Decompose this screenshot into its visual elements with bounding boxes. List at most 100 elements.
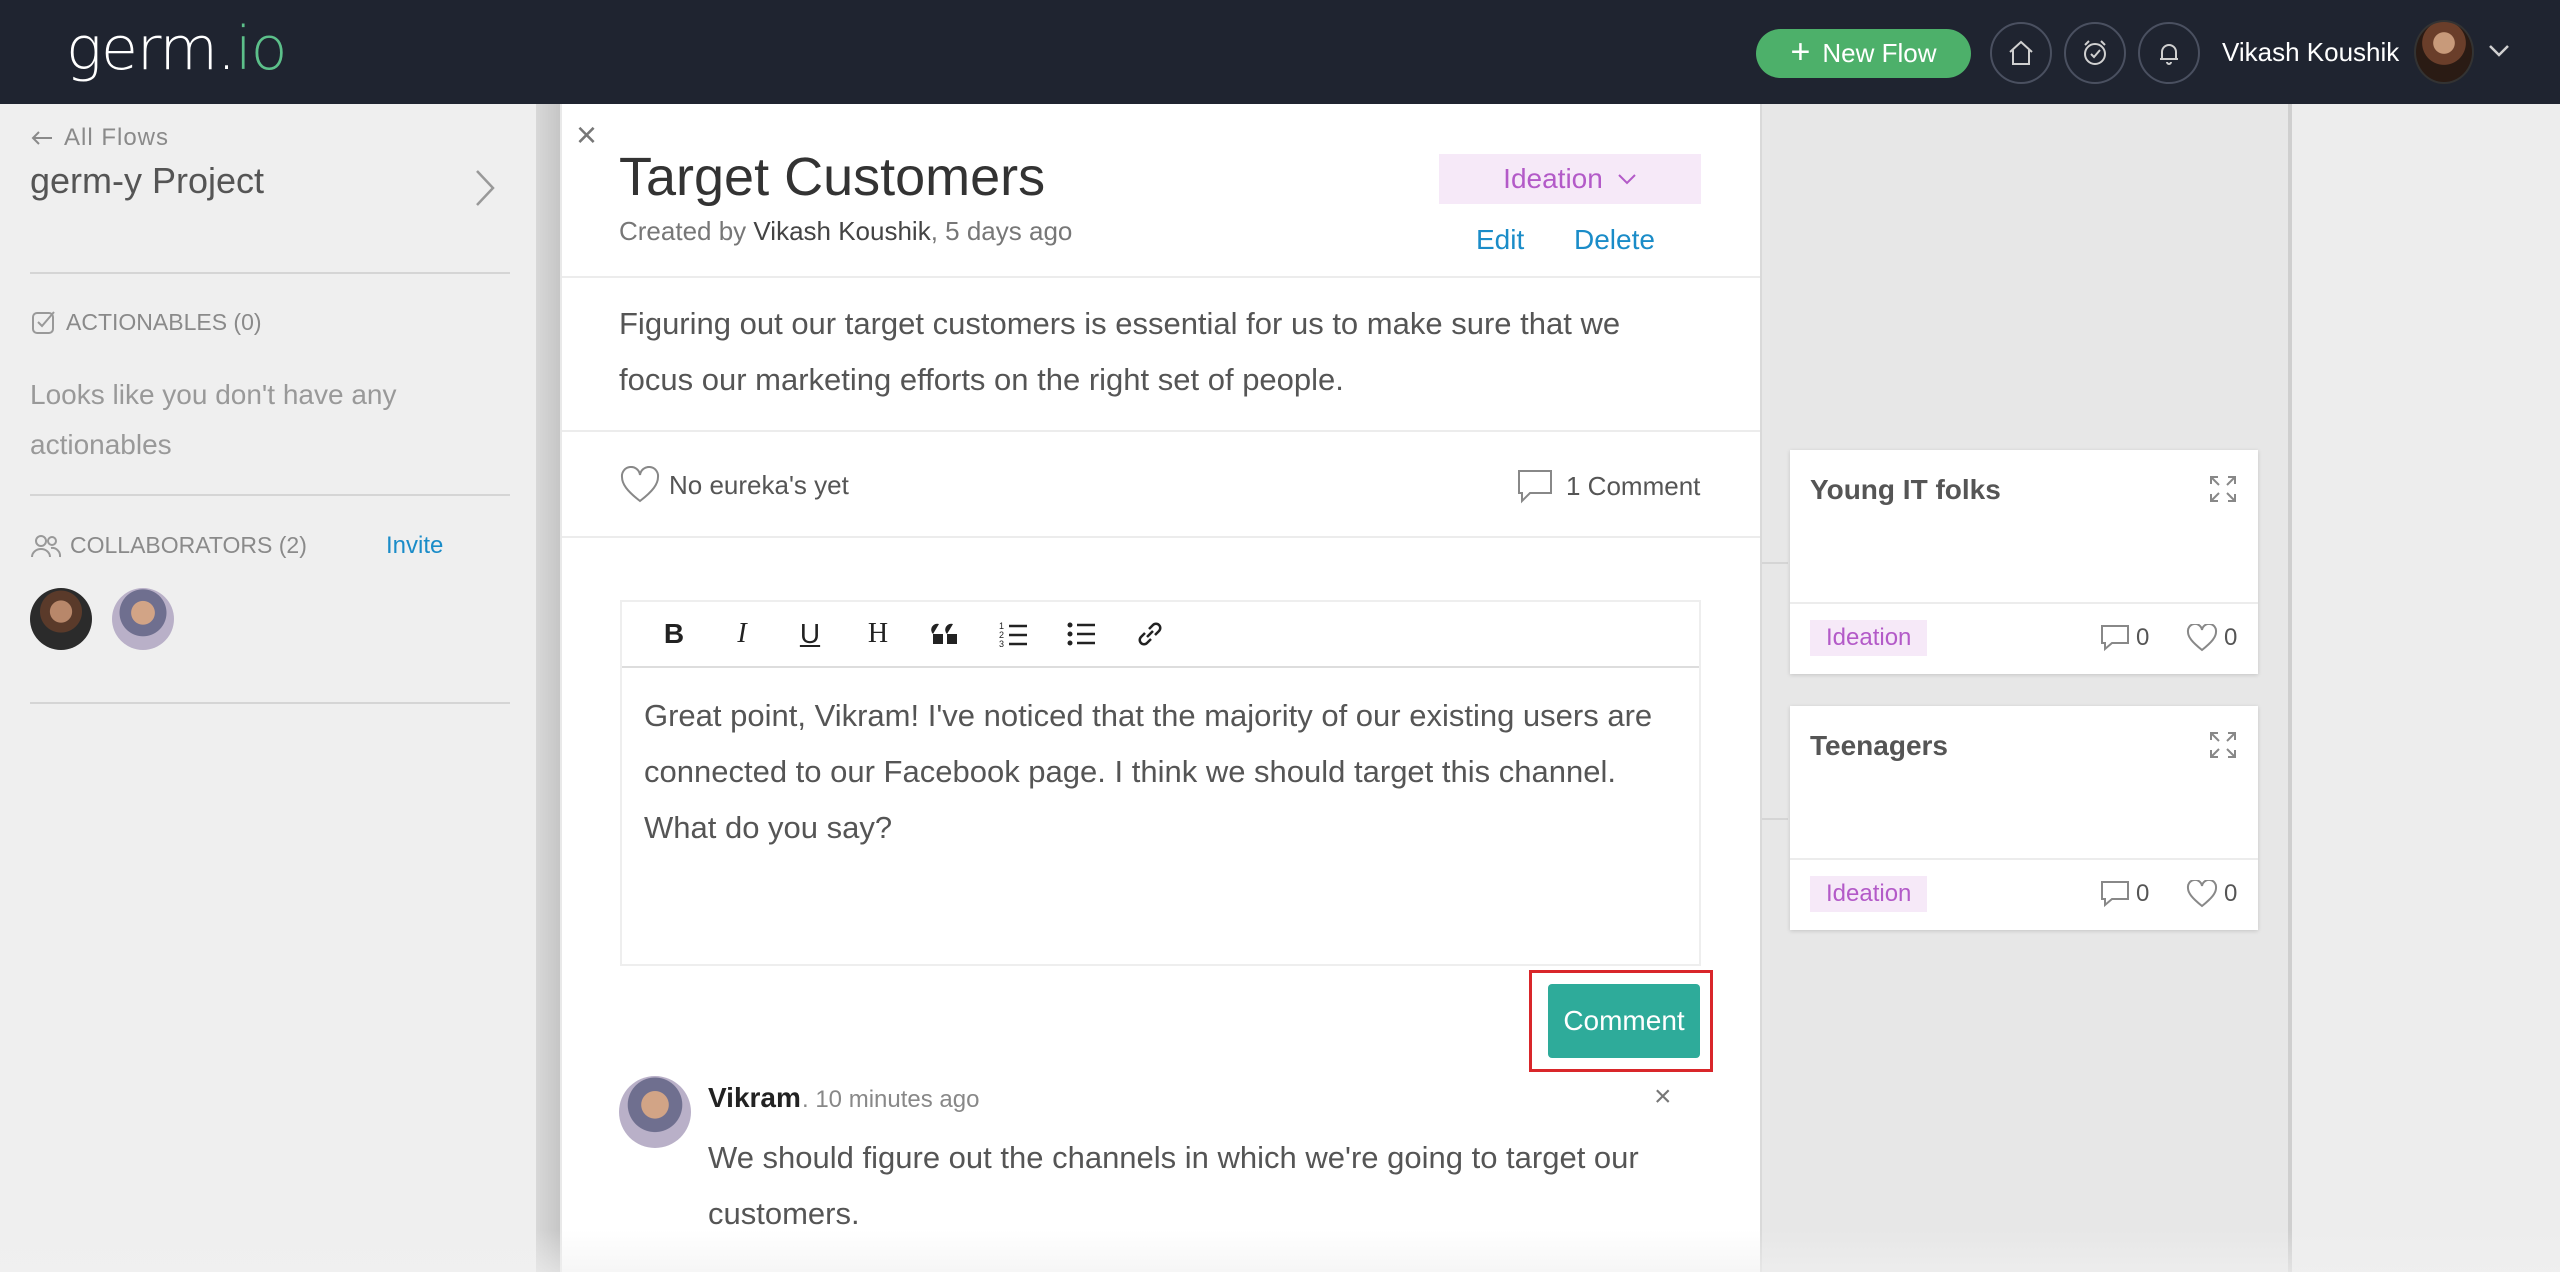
close-panel-button[interactable]: × (576, 114, 597, 156)
collaborator-avatar[interactable] (112, 588, 174, 650)
notifications-button[interactable] (2138, 22, 2200, 84)
comment-count-label: 1 Comment (1566, 470, 1701, 501)
actionables-icon (32, 311, 55, 334)
comment-icon (2101, 881, 2129, 908)
expand-icon[interactable] (2208, 730, 2238, 760)
link-button[interactable] (1116, 610, 1184, 658)
comment-author[interactable]: Vikram (708, 1082, 801, 1114)
sidebar-divider (30, 494, 510, 496)
collaborators-heading: COLLABORATORS (2) (30, 532, 307, 559)
flow-author[interactable]: Vikash Koushik (753, 216, 930, 246)
actionables-heading: ACTIONABLES (0) (30, 308, 262, 336)
divider (562, 536, 1760, 538)
heart-icon (620, 466, 660, 503)
comment-author-avatar[interactable] (619, 1076, 691, 1148)
stage-dropdown[interactable]: Ideation (1439, 154, 1701, 204)
reminders-button[interactable] (2064, 22, 2126, 84)
sidebar-divider (30, 272, 510, 274)
ordered-list-button[interactable]: 123 (980, 610, 1048, 658)
bullet-list-button[interactable] (1048, 610, 1116, 658)
comment-icon (2101, 625, 2129, 652)
chevron-right-icon[interactable] (474, 168, 496, 208)
comment-editor[interactable]: Great point, Vikram! I've noticed that t… (620, 666, 1701, 966)
column-divider (1762, 562, 1788, 564)
board-background (2292, 104, 2560, 1272)
bell-icon (2160, 44, 2178, 65)
home-icon (2009, 40, 2033, 65)
delete-comment-button[interactable]: × (1654, 1080, 1672, 1114)
kanban-column (1762, 104, 2288, 1272)
sidebar-divider (30, 702, 510, 704)
flow-detail-panel: × Target Customers Created by Vikash Kou… (562, 104, 1760, 1272)
all-flows-label: All Flows (64, 124, 170, 151)
collaborator-avatar[interactable] (30, 588, 92, 650)
comment-timestamp: . 10 minutes ago (802, 1086, 980, 1113)
actionables-label: ACTIONABLES (0) (66, 308, 262, 335)
bullet-list-icon (1067, 622, 1095, 646)
card-like-count: 0 (2224, 624, 2238, 651)
submit-comment-button[interactable]: Comment (1548, 984, 1700, 1058)
card-likes[interactable]: 0 (2186, 624, 2237, 652)
editor-toolbar: B I U H 123 (620, 600, 1701, 668)
flow-card[interactable]: Young IT folks Ideation 0 0 (1790, 450, 2258, 674)
italic-button[interactable]: I (708, 610, 776, 658)
delete-button[interactable]: Delete (1574, 224, 1655, 256)
top-bar: germ.io + New Flow Vikash Koushik (0, 0, 2560, 104)
divider (562, 276, 1760, 278)
underline-button[interactable]: U (776, 610, 844, 658)
project-name: germ-y Project (30, 160, 265, 201)
all-flows-link[interactable]: All Flows (30, 124, 169, 152)
comment-text: We should figure out the channels in whi… (708, 1140, 1639, 1231)
comment-count[interactable]: 1 Comment (1516, 468, 1700, 504)
germ-logo[interactable]: germ.io (66, 14, 287, 84)
plus-icon: + (1790, 33, 1811, 71)
heading-button[interactable]: H (844, 610, 912, 658)
card-title: Teenagers (1810, 730, 1948, 761)
card-likes[interactable]: 0 (2186, 880, 2237, 908)
card-footer: Ideation 0 0 (1790, 858, 2258, 930)
column-divider (1762, 818, 1788, 820)
card-stage-tag: Ideation (1810, 620, 1928, 656)
arrow-left-icon (31, 131, 52, 145)
stage-label: Ideation (1503, 163, 1603, 194)
divider (562, 430, 1760, 432)
users-icon (31, 534, 62, 557)
quote-icon (931, 623, 957, 644)
invite-link[interactable]: Invite (386, 532, 443, 560)
user-avatar[interactable] (2414, 20, 2474, 84)
card-comment-count: 0 (2136, 624, 2150, 651)
svg-text:3: 3 (999, 639, 1004, 649)
card-comments[interactable]: 0 (2100, 624, 2149, 652)
actionables-empty-message: Looks like you don't have any actionable… (30, 379, 397, 460)
expand-icon[interactable] (2208, 474, 2238, 504)
flow-meta: Created by Vikash Koushik, 5 days ago (619, 216, 1072, 247)
card-comments[interactable]: 0 (2100, 880, 2149, 908)
flow-title: Target Customers (619, 147, 1046, 207)
home-button[interactable] (1990, 22, 2052, 84)
new-flow-button[interactable]: + New Flow (1756, 29, 1971, 78)
alarm-icon (2084, 40, 2106, 65)
sidebar: All Flows germ-y Project ACTIONABLES (0)… (0, 104, 540, 1272)
card-stage-tag: Ideation (1810, 876, 1928, 912)
collaborators-label: COLLABORATORS (2) (70, 532, 307, 558)
heart-icon (2186, 624, 2218, 652)
created-suffix: , 5 days ago (930, 216, 1073, 246)
new-flow-label: New Flow (1822, 38, 1937, 68)
chevron-down-icon[interactable] (2488, 44, 2510, 58)
flow-card[interactable]: Teenagers Ideation 0 0 (1790, 706, 2258, 930)
link-icon (1138, 622, 1162, 646)
sidebar-edge (536, 104, 560, 1272)
created-prefix: Created by (619, 216, 747, 246)
panel-edge (1760, 104, 1762, 1272)
eureka-label: No eureka's yet (669, 469, 849, 500)
eureka-button[interactable]: No eureka's yet (619, 466, 849, 504)
user-name[interactable]: Vikash Koushik (2222, 37, 2399, 68)
comment-icon (1518, 470, 1552, 504)
ordered-list-icon: 123 (999, 621, 1027, 649)
card-footer: Ideation 0 0 (1790, 602, 2258, 674)
heart-icon (2186, 880, 2218, 908)
quote-button[interactable] (912, 610, 980, 658)
chevron-down-icon (1618, 174, 1636, 185)
edit-button[interactable]: Edit (1476, 224, 1524, 256)
bold-button[interactable]: B (640, 610, 708, 658)
